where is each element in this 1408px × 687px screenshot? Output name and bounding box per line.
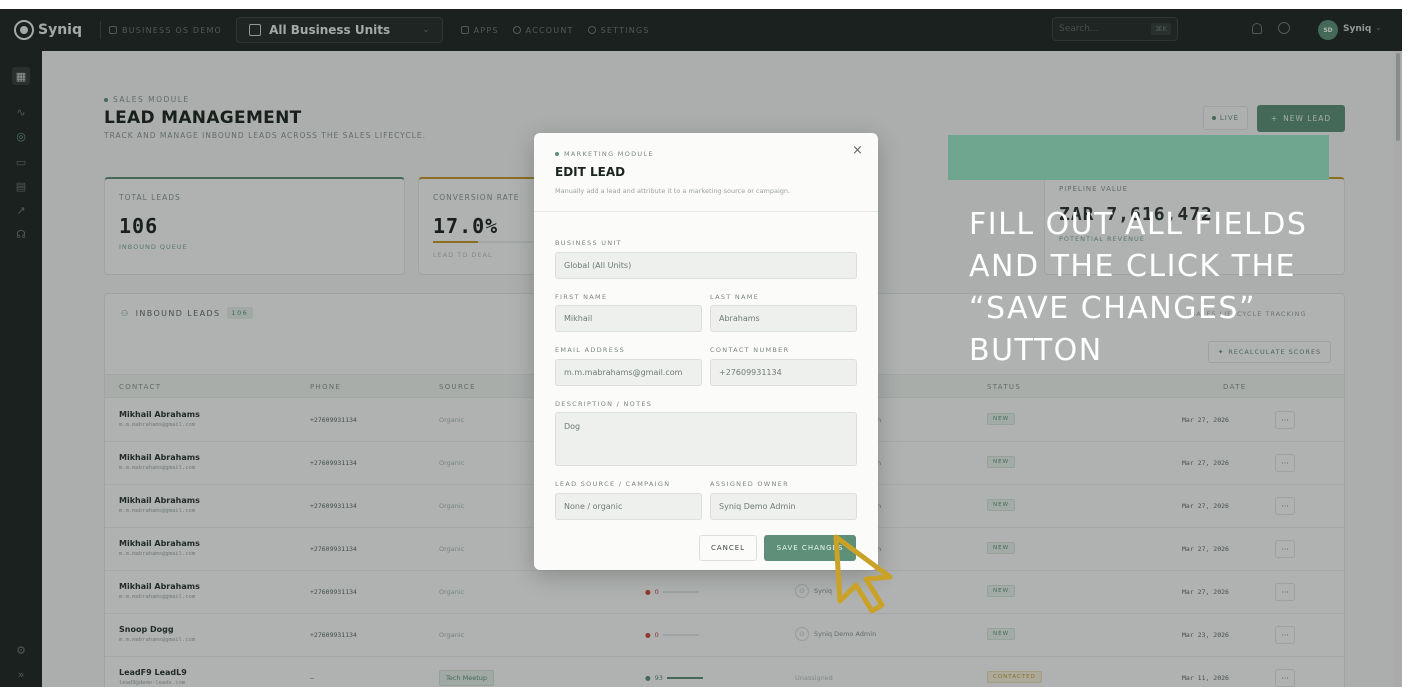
modal-title: EDIT LEAD bbox=[555, 165, 626, 179]
email-label: EMAIL ADDRESS bbox=[555, 346, 625, 354]
notes-textarea[interactable]: Dog bbox=[555, 412, 857, 466]
instruction-text: FILL OUT ALL FIELDS AND THE CLICK THE “S… bbox=[969, 207, 1308, 368]
modal-subtitle: Manually add a lead and attribute it to … bbox=[555, 187, 791, 195]
business-unit-field[interactable]: Global (All Units) bbox=[555, 252, 857, 279]
modal-breadcrumb: MARKETING MODULE bbox=[555, 150, 654, 158]
email-field[interactable]: m.m.mabrahams@gmail.com bbox=[555, 359, 702, 386]
contact-number-field[interactable]: +27609931134 bbox=[710, 359, 857, 386]
last-name-label: LAST NAME bbox=[710, 293, 760, 301]
close-icon[interactable]: × bbox=[852, 143, 863, 158]
assigned-owner-select[interactable]: Syniq Demo Admin bbox=[710, 493, 857, 520]
business-unit-label: BUSINESS UNIT bbox=[555, 239, 622, 247]
modal-breadcrumb-label: MARKETING MODULE bbox=[564, 150, 654, 158]
notes-label: DESCRIPTION / NOTES bbox=[555, 400, 653, 408]
first-name-field[interactable]: Mikhail bbox=[555, 305, 702, 332]
cancel-button[interactable]: CANCEL bbox=[699, 535, 757, 561]
last-name-field[interactable]: Abrahams bbox=[710, 305, 857, 332]
lead-source-label: LEAD SOURCE / CAMPAIGN bbox=[555, 480, 671, 488]
lead-source-select[interactable]: None / organic bbox=[555, 493, 702, 520]
contact-number-label: CONTACT NUMBER bbox=[710, 346, 790, 354]
pointer-cursor-icon bbox=[833, 534, 893, 613]
edit-lead-modal: MARKETING MODULE EDIT LEAD Manually add … bbox=[534, 133, 878, 570]
app-frame: Syniq BUSINESS OS DEMO All Business Unit… bbox=[0, 9, 1402, 687]
divider bbox=[534, 211, 878, 212]
first-name-label: FIRST NAME bbox=[555, 293, 608, 301]
status-dot bbox=[555, 152, 559, 156]
assigned-owner-label: ASSIGNED OWNER bbox=[710, 480, 789, 488]
callout-bar bbox=[948, 135, 1329, 180]
